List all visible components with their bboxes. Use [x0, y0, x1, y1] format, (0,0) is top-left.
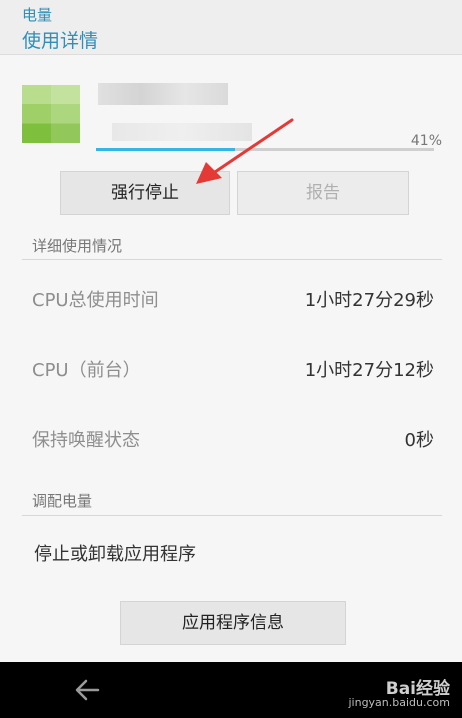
page-title: 使用详情 — [22, 30, 99, 52]
details-section-title: 详细使用情况 — [32, 237, 123, 255]
app-icon — [22, 85, 80, 143]
app-info-button[interactable]: 应用程序信息 — [120, 601, 346, 645]
app-usage-blurred — [112, 123, 252, 141]
adjust-section-title: 调配电量 — [32, 492, 93, 510]
back-arrow-icon[interactable] — [72, 676, 102, 704]
app-info-row: 41% — [22, 75, 442, 155]
divider — [22, 259, 442, 260]
header: 电量 使用详情 — [0, 0, 462, 55]
divider — [22, 515, 442, 516]
watermark-url: jingyan.baidu.com — [348, 696, 450, 709]
cpu-total-label: CPU总使用时间 — [32, 290, 159, 311]
baidu-jingyan-watermark: Bai经验 jingyan.baidu.com — [340, 674, 450, 714]
header-crumb: 电量 — [22, 6, 53, 24]
usage-progress-fill — [96, 148, 235, 151]
usage-progress-bar — [96, 148, 434, 151]
keep-awake-label: 保持唤醒状态 — [32, 430, 140, 451]
app-name-blurred — [98, 83, 228, 105]
cpu-total-value: 1小时27分29秒 — [304, 290, 434, 311]
navigation-bar: Bai经验 jingyan.baidu.com — [0, 662, 462, 718]
keep-awake-value: 0秒 — [404, 430, 434, 451]
cpu-foreground-value: 1小时27分12秒 — [304, 360, 434, 381]
force-stop-button[interactable]: 强行停止 — [60, 171, 230, 215]
cpu-foreground-label: CPU（前台） — [32, 360, 141, 381]
battery-percent: 41% — [410, 133, 442, 149]
report-button[interactable]: 报告 — [237, 171, 409, 215]
stop-or-uninstall-item[interactable]: 停止或卸载应用程序 — [34, 540, 196, 566]
